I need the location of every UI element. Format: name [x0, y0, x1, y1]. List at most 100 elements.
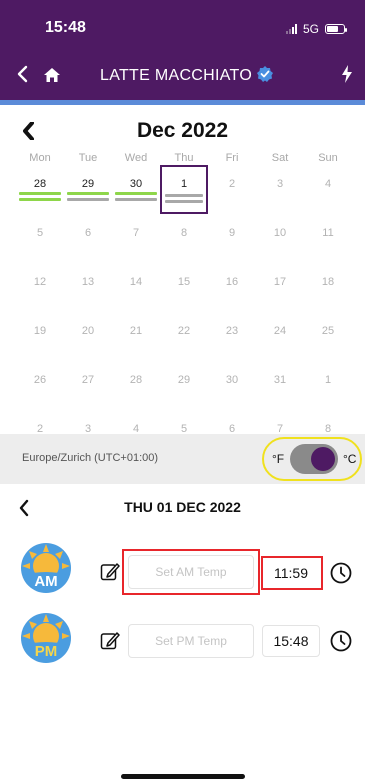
signal-icon	[285, 24, 297, 34]
weekday-label: Wed	[124, 152, 148, 164]
calendar-day[interactable]: 6	[64, 214, 112, 263]
calendar-day[interactable]: 19	[16, 312, 64, 361]
calendar-day-label: 28	[33, 178, 47, 190]
entry-indicator-bar	[115, 192, 157, 195]
calendar-day-label: 22	[177, 325, 191, 337]
calendar-day-label: 14	[129, 276, 143, 288]
calendar-day[interactable]: 8	[160, 214, 208, 263]
calendar-day[interactable]: 5	[16, 214, 64, 263]
calendar-day[interactable]: 22	[160, 312, 208, 361]
header-divider	[0, 100, 365, 105]
calendar-day[interactable]: 30	[208, 361, 256, 410]
entry-indicator-bar	[67, 192, 109, 195]
calendar-day[interactable]: 11	[304, 214, 352, 263]
calendar-day[interactable]: 1	[304, 361, 352, 410]
calendar-day-label: 28	[129, 374, 143, 386]
calendar-day[interactable]: 28	[16, 165, 64, 214]
weekday-label: Thu	[174, 152, 194, 164]
back-icon[interactable]	[15, 65, 31, 83]
calendar-day-label: 6	[84, 227, 92, 239]
fahrenheit-label: °F	[272, 452, 285, 466]
edit-am-icon[interactable]	[100, 561, 120, 581]
weekday-label: Sun	[318, 152, 338, 164]
calendar-day[interactable]: 1	[160, 165, 208, 214]
calendar-day-label: 29	[177, 374, 191, 386]
home-indicator	[121, 774, 245, 779]
calendar-day-label: 29	[81, 178, 95, 190]
calendar-day[interactable]: 10	[256, 214, 304, 263]
pm-badge-label: PM	[35, 643, 58, 660]
calendar-day[interactable]: 7	[112, 214, 160, 263]
calendar-day[interactable]: 9	[208, 214, 256, 263]
calendar-day-label: 20	[81, 325, 95, 337]
am-sun-icon: AM	[21, 543, 71, 593]
calendar-day[interactable]: 4	[304, 165, 352, 214]
am-clock-icon[interactable]	[330, 562, 352, 584]
calendar-day[interactable]: 21	[112, 312, 160, 361]
calendar-day[interactable]: 27	[64, 361, 112, 410]
pm-clock-icon[interactable]	[330, 630, 352, 652]
calendar-day[interactable]: 3	[256, 165, 304, 214]
calendar-day-label: 3	[276, 178, 284, 190]
nav-bar: LATTE MACCHIATO	[0, 60, 365, 92]
calendar-day-label: 18	[321, 276, 335, 288]
calendar-day[interactable]: 29	[64, 165, 112, 214]
calendar-day-label: 21	[129, 325, 143, 337]
app-header: 15:48 5G LATTE MACCHIATO	[0, 0, 365, 102]
edit-pm-icon[interactable]	[100, 630, 120, 650]
calendar-day-label: 11	[322, 227, 334, 239]
calendar-day[interactable]: 15	[160, 263, 208, 312]
calendar-day-label: 31	[273, 374, 287, 386]
home-icon[interactable]	[43, 66, 61, 84]
entry-indicator-bar	[19, 192, 61, 195]
calendar-day[interactable]: 12	[16, 263, 64, 312]
calendar-day[interactable]: 24	[256, 312, 304, 361]
calendar-day[interactable]: 23	[208, 312, 256, 361]
calendar-day-label: 26	[33, 374, 47, 386]
calendar-grid: 28 29 30 1 2 3 4 5 6 7 8 9 10 11 12 13 14 15 16 17 18 19 20 21 2…	[16, 165, 352, 459]
calendar-day-label: 12	[33, 276, 47, 288]
calendar-day[interactable]: 16	[208, 263, 256, 312]
calendar-day[interactable]: 2	[208, 165, 256, 214]
network-label: 5G	[302, 22, 319, 36]
weekday-label: Mon	[29, 152, 51, 164]
calendar-day-label: 23	[225, 325, 239, 337]
calendar-day[interactable]: 17	[256, 263, 304, 312]
calendar-day-label: 5	[36, 227, 44, 239]
status-time: 15:48	[45, 19, 86, 36]
weekday-label: Tue	[78, 152, 98, 164]
weekday-label: Sat	[271, 152, 289, 164]
calendar-day-label: 9	[228, 227, 236, 239]
calendar-day[interactable]: 18	[304, 263, 352, 312]
calendar-day[interactable]: 25	[304, 312, 352, 361]
calendar-day-label: 1	[180, 178, 188, 190]
unit-toggle[interactable]	[290, 444, 338, 474]
weekday-label: Fri	[225, 152, 239, 164]
calendar-day-label: 7	[132, 227, 140, 239]
calendar-day-label: 27	[81, 374, 95, 386]
timezone-label: Europe/Zurich (UTC+01:00)	[22, 452, 159, 464]
calendar-day[interactable]: 29	[160, 361, 208, 410]
calendar-day[interactable]: 26	[16, 361, 64, 410]
calendar-day-label: 30	[129, 178, 143, 190]
calendar-day-label: 25	[321, 325, 335, 337]
weekday-header: Mon Tue Wed Thu Fri Sat Sun	[16, 152, 352, 164]
calendar-day[interactable]: 13	[64, 263, 112, 312]
calendar-month-title: Dec 2022	[136, 119, 229, 142]
calendar-day[interactable]: 20	[64, 312, 112, 361]
calendar-header: Dec 2022	[0, 118, 365, 146]
toggle-knob	[311, 447, 335, 471]
entry-indicator-bar	[115, 198, 157, 201]
calendar-day[interactable]: 31	[256, 361, 304, 410]
calendar-day-label: 10	[273, 227, 287, 239]
calendar-day[interactable]: 14	[112, 263, 160, 312]
pm-temp-input[interactable]	[128, 624, 254, 658]
calendar-day-label: 17	[273, 276, 287, 288]
bolt-icon[interactable]	[341, 64, 353, 84]
am-time-highlight	[261, 556, 323, 590]
calendar-day[interactable]: 28	[112, 361, 160, 410]
entry-indicator-bar	[67, 198, 109, 201]
calendar-day[interactable]: 30	[112, 165, 160, 214]
pm-time-value[interactable]: 15:48	[262, 625, 320, 657]
page-title: LATTE MACCHIATO	[100, 67, 253, 84]
